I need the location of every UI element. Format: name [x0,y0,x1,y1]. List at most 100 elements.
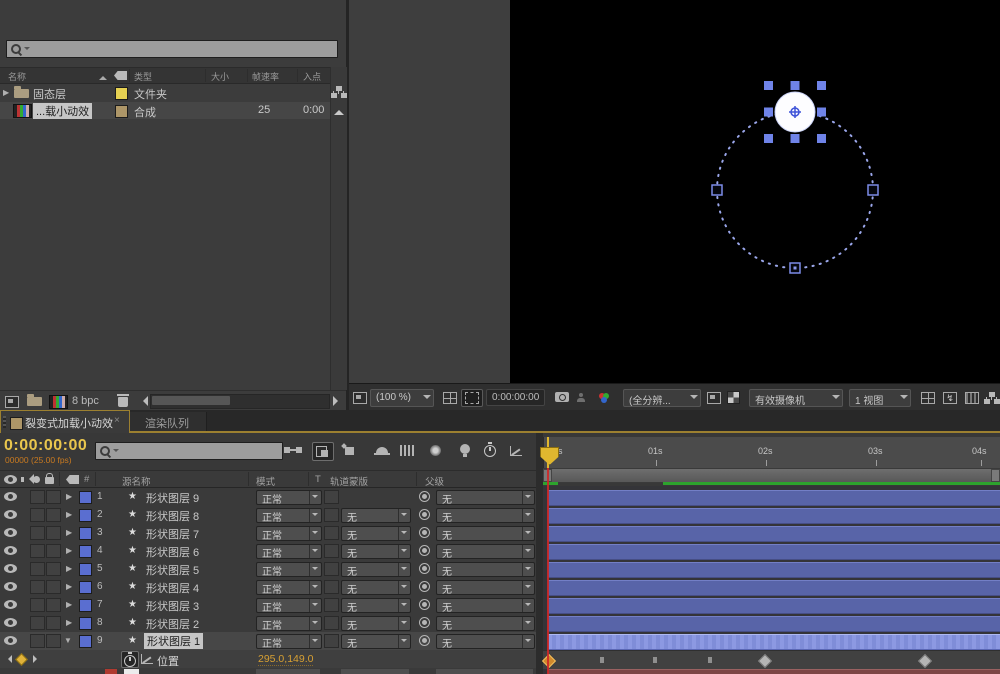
tag-icon[interactable] [66,475,79,484]
eye-icon[interactable] [4,618,17,627]
keyframe[interactable] [708,657,712,663]
scroll-right-icon[interactable] [333,396,343,406]
layer-color-swatch[interactable] [79,509,92,522]
eye-icon[interactable] [4,546,17,555]
lock-icon[interactable] [45,473,54,484]
track-matte-select[interactable]: 无 [341,544,411,560]
t-switch-cell[interactable] [324,580,339,594]
layer-bar-4[interactable] [548,544,1000,560]
solo-cell[interactable] [46,598,61,612]
keyframe[interactable] [757,653,773,669]
work-area-bar[interactable] [543,468,1000,483]
parent-pickwhip-icon[interactable] [419,491,430,502]
col-mode[interactable]: 模式 [256,474,275,488]
parent-select[interactable]: 无 [436,598,535,614]
col-fps[interactable]: 帧速率 [252,70,279,83]
composition-name[interactable]: ...载小动效 [33,103,93,119]
track-matte-select[interactable]: 无 [341,598,411,614]
solo-cell[interactable] [46,508,61,522]
audio-cell[interactable] [30,616,45,630]
flowchart-icon[interactable] [336,86,342,94]
t-switch-cell[interactable] [324,562,339,576]
t-switch-cell[interactable] [324,616,339,630]
label-color-swatch[interactable] [115,87,128,100]
eye-icon[interactable] [4,510,17,519]
grid-guides-icon[interactable] [921,392,935,404]
layer-row-4[interactable]: 4 形状图层 6 正常 无 无 [0,542,536,561]
solo-cell[interactable] [46,544,61,558]
col-track-matte[interactable]: 轨道蒙版 [330,474,368,488]
col-name[interactable]: 名称 [8,70,26,83]
layer-bar-2[interactable] [548,508,1000,524]
parent-pickwhip-icon[interactable] [419,545,430,556]
tab-render-queue[interactable]: 渲染队列 [130,412,207,432]
layer-bar-7[interactable] [548,598,1000,614]
draft-3d-icon[interactable] [312,442,334,461]
col-number[interactable]: # [84,474,89,485]
scrollbar-thumb[interactable] [152,396,230,405]
property-label[interactable]: 位置 [157,653,179,669]
project-search-input[interactable] [6,40,338,58]
next-keyframe-icon[interactable] [33,655,41,663]
solo-icon[interactable] [33,476,40,483]
layer-bar-1[interactable] [548,490,1000,506]
label-color-swatch[interactable] [115,105,128,118]
layer-row-9-selected[interactable]: 9 形状图层 1 正常 无 无 [0,632,536,651]
safe-margins-icon[interactable] [443,392,457,404]
scroll-up-icon[interactable] [334,105,344,115]
property-value[interactable]: 295.0,149.0 [258,653,314,666]
parent-select[interactable]: 无 [436,490,535,506]
audio-cell[interactable] [30,490,45,504]
path-vertex-left[interactable] [711,184,723,196]
comp-mini-flowchart-icon[interactable] [284,442,304,459]
parent-select[interactable]: 无 [436,634,535,650]
prev-keyframe-icon[interactable] [4,655,12,663]
col-source-name[interactable]: 源名称 [122,474,151,488]
layer-bar-3[interactable] [548,526,1000,542]
layer-row-8[interactable]: 8 形状图层 2 正常 无 无 [0,614,536,633]
search-options-arrow-icon[interactable] [113,449,119,455]
audio-cell[interactable] [30,634,45,648]
pixel-aspect-correction-icon[interactable]: ↯ [943,392,957,404]
layer-color-swatch[interactable] [79,581,92,594]
current-timecode[interactable]: 0:00:00:00 [4,437,87,455]
eye-icon[interactable] [4,600,17,609]
blend-mode-select[interactable]: 正常 [256,508,322,524]
trash-icon[interactable] [117,394,129,407]
layer-color-swatch[interactable] [79,527,92,540]
layer-bar-8[interactable] [548,616,1000,632]
col-parent[interactable]: 父级 [425,474,444,488]
layer-color-swatch[interactable] [79,599,92,612]
timeline-search-input[interactable] [95,442,283,460]
expand-arrow-icon[interactable] [66,618,72,627]
eye-icon[interactable] [4,528,17,537]
work-area-end-handle[interactable] [991,469,1000,482]
search-options-arrow-icon[interactable] [24,47,30,53]
layer-bar-9-selected[interactable] [548,634,1000,650]
project-item-composition[interactable]: ...载小动效 合成 25 0:00 [0,102,330,119]
project-item-folder[interactable]: 固态层 文件夹 [0,84,330,101]
audio-cell[interactable] [30,508,45,522]
parent-select[interactable]: 无 [436,580,535,596]
interpret-footage-icon[interactable] [5,396,19,408]
time-ruler[interactable]: 0s 01s 02s 03s 04s [543,437,1000,468]
col-type[interactable]: 类型 [134,70,152,83]
col-inpoint[interactable]: 入点 [303,70,321,83]
new-folder-icon[interactable] [27,394,42,406]
track-matte-select[interactable]: 无 [341,526,411,542]
horizontal-scrollbar[interactable] [150,394,330,409]
layer-name[interactable]: 形状图层 8 [146,508,199,524]
eye-icon[interactable] [4,492,17,501]
keyframe-selected[interactable] [541,653,557,669]
camera-select[interactable]: 有效摄像机 [749,389,843,407]
layer-bar-5[interactable] [548,562,1000,578]
parent-pickwhip-icon[interactable] [419,563,430,574]
layer-color-swatch[interactable] [79,545,92,558]
layer-row-6[interactable]: 6 形状图层 4 正常 无 无 [0,578,536,597]
layer-row-1[interactable]: 1 形状图层 9 正常 无 [0,488,536,507]
track-matte-select[interactable]: 无 [341,634,411,650]
keyframe-toggle-icon[interactable] [15,653,28,666]
auto-keyframe-icon[interactable] [481,442,501,459]
audio-cell[interactable] [30,598,45,612]
blend-mode-select[interactable]: 正常 [256,616,322,632]
